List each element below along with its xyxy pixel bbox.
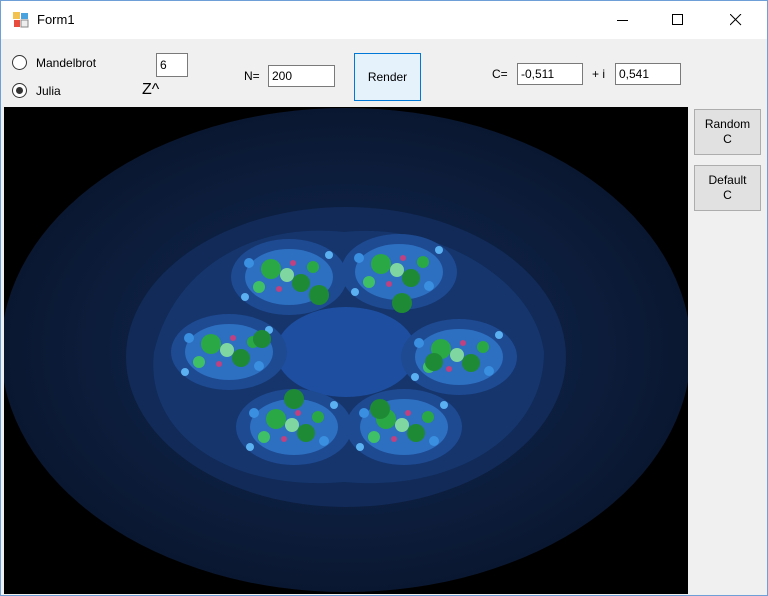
julia-radio[interactable]: [12, 83, 27, 98]
close-button[interactable]: [714, 1, 760, 39]
title-bar: Form1: [1, 1, 767, 39]
julia-label[interactable]: Julia: [36, 84, 61, 98]
julia-set-image: [4, 107, 688, 594]
power-input[interactable]: [156, 53, 188, 77]
default-c-line1: Default: [708, 173, 747, 187]
close-icon: [730, 14, 742, 26]
fractal-arm-4: [346, 389, 462, 465]
mandelbrot-radio[interactable]: [12, 55, 27, 70]
window-title: Form1: [37, 12, 75, 27]
fractal-arm-1: [231, 239, 347, 315]
default-c-button[interactable]: Default C: [694, 165, 761, 211]
app-window: Form1 Mandelbrot Julia Z^ N= Render: [0, 0, 768, 596]
random-c-line2: C: [723, 132, 732, 146]
minimize-icon: [617, 20, 628, 21]
maximize-button[interactable]: [656, 1, 702, 39]
minimize-button[interactable]: [601, 1, 647, 39]
random-c-line1: Random: [704, 117, 751, 131]
mandelbrot-label[interactable]: Mandelbrot: [36, 56, 96, 70]
power-label: Z^: [142, 81, 160, 98]
fractal-canvas[interactable]: [4, 107, 688, 594]
c-label: C=: [492, 67, 508, 81]
render-button-label: Render: [367, 69, 408, 84]
c-imag-input[interactable]: [615, 63, 681, 85]
n-input[interactable]: [268, 65, 335, 87]
imag-label: + i: [592, 67, 606, 81]
default-c-line2: C: [723, 188, 732, 202]
n-label: N=: [244, 69, 260, 83]
maximize-icon: [672, 14, 683, 25]
random-c-button[interactable]: Random C: [694, 109, 761, 155]
app-icon: [13, 12, 29, 28]
c-real-input[interactable]: [517, 63, 583, 85]
fractal-arm-6: [171, 314, 287, 390]
fractal-arm-3: [401, 319, 517, 395]
render-button[interactable]: Render: [354, 53, 421, 101]
